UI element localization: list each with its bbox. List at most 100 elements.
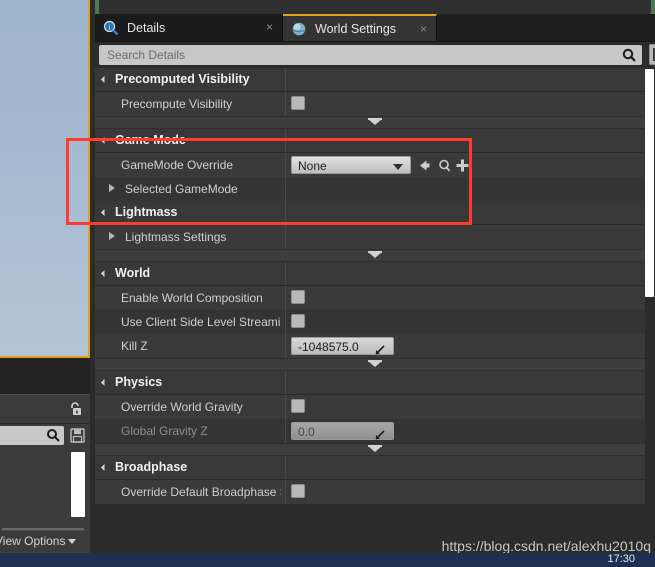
- column-divider: [285, 419, 286, 443]
- checkbox-override-world-gravity[interactable]: [291, 399, 305, 413]
- search-magnifier-icon: [46, 428, 60, 442]
- column-divider: [285, 92, 286, 116]
- search-placeholder: Search Details: [107, 48, 186, 62]
- left-panel-scrollbar-thumb[interactable]: [71, 452, 85, 517]
- checkbox-precompute-visibility[interactable]: [291, 96, 305, 110]
- gamemode-override-value: None: [298, 159, 327, 173]
- top-toolbar-strip: Delete View Options: [95, 0, 655, 14]
- column-divider: [285, 286, 286, 310]
- splitter-bar-icon: [368, 445, 382, 447]
- tab-world-settings[interactable]: World Settings ×: [283, 14, 437, 41]
- property-label: Override World Gravity: [121, 400, 243, 414]
- details-search-row: Search Details: [95, 42, 655, 68]
- taskbar-clock: 17:30: [607, 553, 635, 565]
- property-label: Precompute Visibility: [121, 97, 233, 111]
- drag-handle-icon[interactable]: [375, 427, 385, 440]
- view-options-button[interactable]: View Options: [0, 534, 77, 548]
- level-viewport[interactable]: [0, 0, 90, 358]
- property-label: Kill Z: [121, 339, 148, 353]
- tab-bar-empty-space: [437, 14, 655, 41]
- section-header-lightmass[interactable]: Lightmass: [95, 201, 655, 225]
- gamemode-override-dropdown[interactable]: None: [291, 156, 411, 174]
- column-divider: [285, 129, 286, 152]
- section-header-world[interactable]: World: [95, 262, 655, 286]
- left-panel-search-row: [0, 424, 90, 448]
- property-row-override-world-gravity[interactable]: Override World Gravity: [95, 395, 655, 419]
- left-panel-search-input[interactable]: [0, 426, 64, 445]
- chevron-right-icon[interactable]: [109, 232, 115, 240]
- section-title: Physics: [115, 375, 163, 389]
- section-splitter[interactable]: [95, 358, 655, 371]
- property-row-kill-z[interactable]: Kill Z -1048575.0: [95, 334, 655, 358]
- section-header-physics[interactable]: Physics: [95, 371, 655, 395]
- property-label: Selected GameMode: [125, 182, 238, 196]
- checkbox-client-side-level-streaming[interactable]: [291, 314, 305, 328]
- section-header-precomputed-visibility[interactable]: Precomputed Visibility: [95, 68, 655, 92]
- column-divider: [285, 177, 286, 201]
- column-divider: [285, 395, 286, 419]
- section-title: Lightmass: [115, 205, 178, 219]
- property-row-client-side-level-streaming[interactable]: Use Client Side Level Streaming Vᵥ: [95, 310, 655, 334]
- unlock-icon[interactable]: [67, 401, 83, 417]
- property-row-selected-gamemode[interactable]: Selected GameMode: [95, 177, 655, 201]
- property-label: Global Gravity Z: [121, 424, 208, 438]
- grid-view-button[interactable]: [649, 44, 655, 65]
- section-header-game-mode[interactable]: Game Mode: [95, 129, 655, 153]
- search-magnifier-icon[interactable]: [622, 48, 636, 62]
- property-grid: Precomputed Visibility Precompute Visibi…: [95, 68, 655, 504]
- tab-details-close-icon[interactable]: ×: [266, 21, 273, 33]
- global-gravity-z-input[interactable]: 0.0: [291, 422, 394, 440]
- drag-handle-icon[interactable]: [375, 342, 385, 355]
- splitter-bar-icon: [368, 251, 382, 253]
- details-scrollbar-thumb[interactable]: [645, 69, 654, 297]
- checkbox-override-default-broadphase[interactable]: [291, 484, 305, 498]
- tab-world-settings-close-icon[interactable]: ×: [420, 23, 427, 35]
- column-divider: [285, 456, 286, 479]
- view-options-label: View Options: [0, 534, 66, 548]
- kill-z-input[interactable]: -1048575.0: [291, 337, 394, 355]
- splitter-bar-icon: [368, 360, 382, 362]
- column-divider: [285, 262, 286, 285]
- left-content-panel: View Options: [0, 394, 90, 553]
- chevron-collapse-icon: [100, 75, 109, 84]
- global-gravity-z-value: 0.0: [298, 425, 315, 439]
- os-taskbar: 17:30: [0, 553, 655, 567]
- property-row-global-gravity-z[interactable]: Global Gravity Z 0.0: [95, 419, 655, 443]
- back-arrow-icon[interactable]: [417, 158, 432, 173]
- chevron-collapse-icon: [100, 136, 109, 145]
- splitter-bar-icon: [368, 118, 382, 120]
- property-row-gamemode-override[interactable]: GameMode Override None: [95, 153, 655, 177]
- chevron-right-icon[interactable]: [109, 184, 115, 192]
- add-plus-icon[interactable]: [455, 158, 470, 173]
- section-splitter[interactable]: [95, 249, 655, 262]
- section-splitter[interactable]: [95, 443, 655, 456]
- left-panel-footer: View Options: [0, 530, 90, 553]
- property-label: Override Default Broadphase Settiⁿ: [121, 485, 281, 499]
- property-row-enable-world-composition[interactable]: Enable World Composition: [95, 286, 655, 310]
- screenshot-root: View Options Delete View Options i: [0, 0, 655, 567]
- column-divider: [285, 334, 286, 358]
- checkbox-enable-world-composition[interactable]: [291, 290, 305, 304]
- kill-z-value: -1048575.0: [298, 340, 359, 354]
- property-row-precompute-visibility[interactable]: Precompute Visibility: [95, 92, 655, 116]
- world-settings-panel: i Details × World Settings × Search Deta…: [95, 14, 655, 553]
- column-divider: [285, 153, 286, 177]
- column-divider: [285, 225, 286, 249]
- section-header-broadphase[interactable]: Broadphase: [95, 456, 655, 480]
- left-panel-body: [0, 448, 90, 532]
- section-title: Game Mode: [115, 133, 186, 147]
- save-disk-icon[interactable]: [70, 428, 85, 443]
- browse-magnifier-icon[interactable]: [437, 158, 452, 173]
- chevron-collapse-icon: [100, 208, 109, 217]
- section-splitter[interactable]: [95, 116, 655, 129]
- property-label: Use Client Side Level Streaming Vᵥ: [121, 315, 281, 329]
- world-globe-icon: [291, 21, 307, 37]
- column-divider: [285, 310, 286, 334]
- tab-details[interactable]: i Details ×: [95, 14, 283, 41]
- property-row-override-default-broadphase[interactable]: Override Default Broadphase Settiⁿ: [95, 480, 655, 504]
- search-input[interactable]: Search Details: [99, 45, 642, 65]
- column-divider: [285, 201, 286, 224]
- property-row-lightmass-settings[interactable]: Lightmass Settings: [95, 225, 655, 249]
- chevron-down-icon: [68, 539, 77, 545]
- chevron-collapse-icon: [100, 378, 109, 387]
